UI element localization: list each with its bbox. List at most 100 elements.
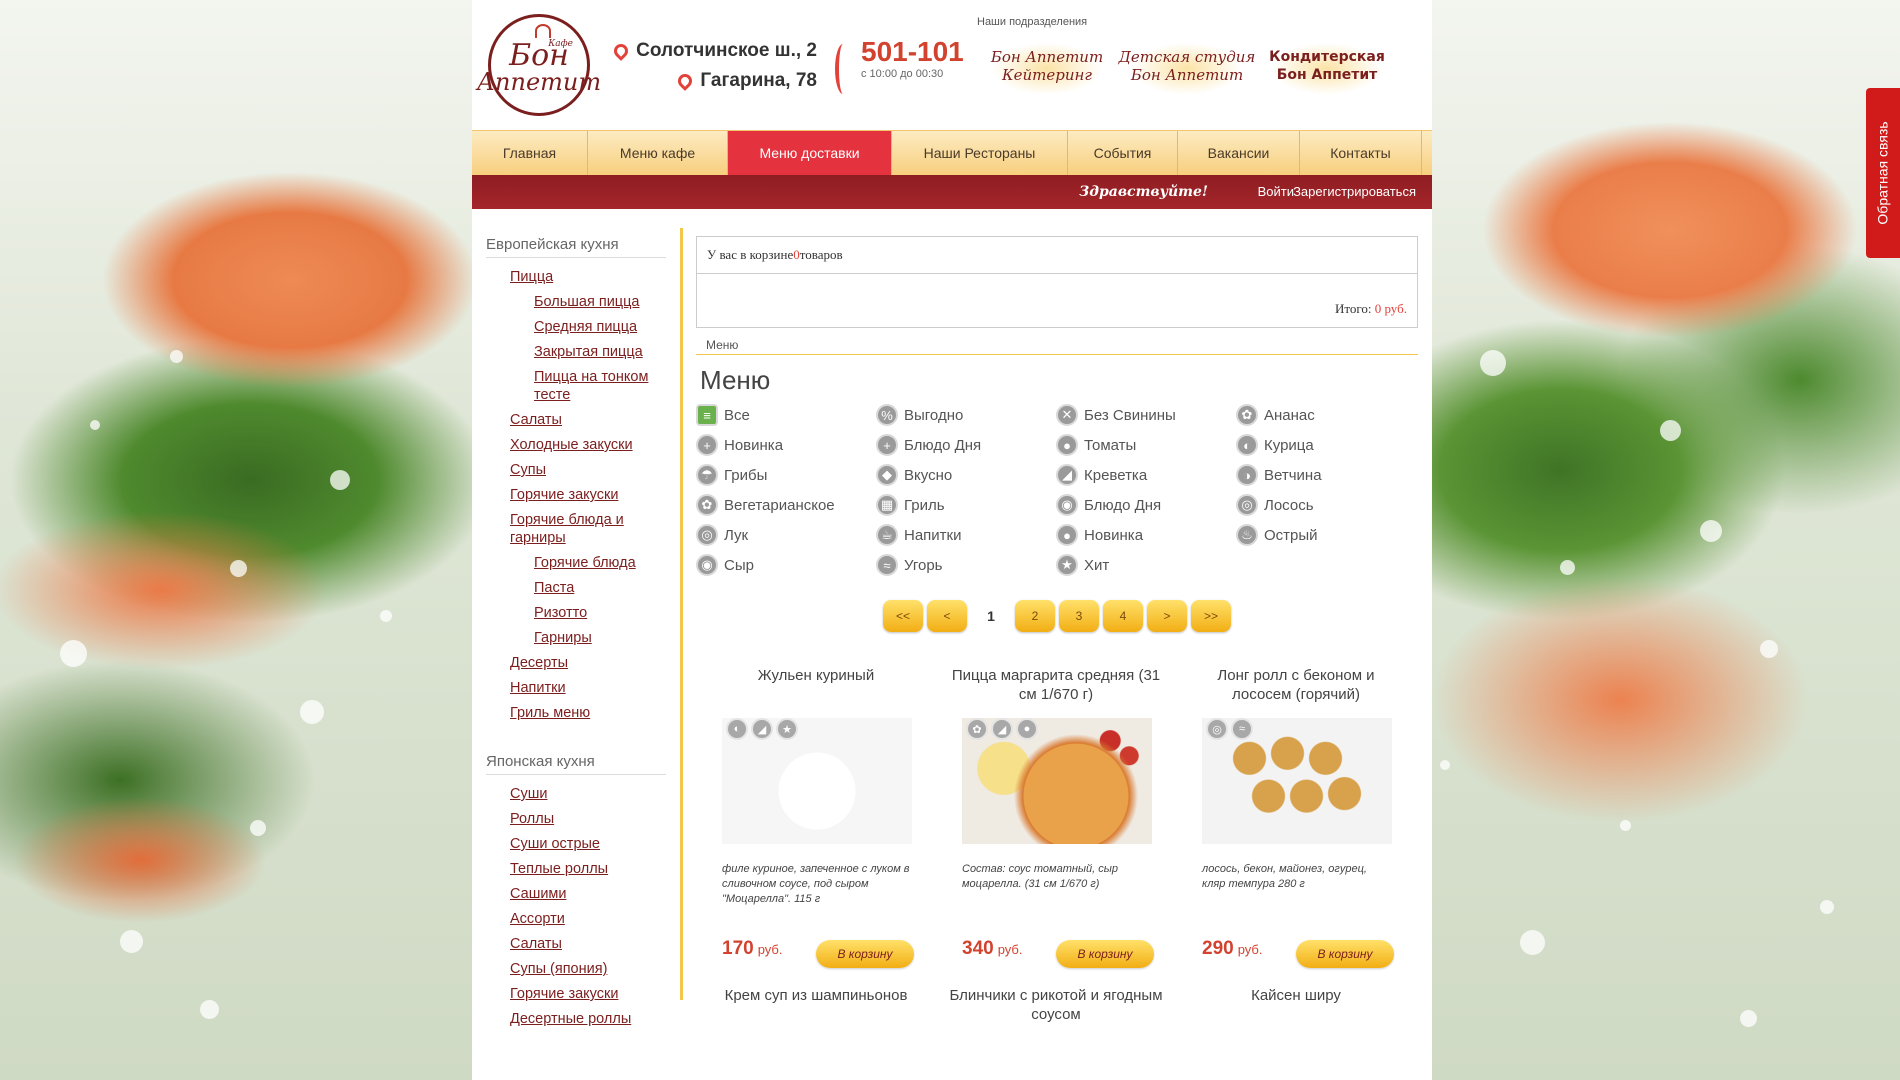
filter-label: Грибы: [724, 466, 768, 484]
filter-option[interactable]: ≈ Угорь: [876, 552, 1056, 578]
sidebar-link[interactable]: Ассорти: [486, 910, 666, 928]
register-link[interactable]: Зарегистрироваться: [1293, 184, 1416, 199]
sidebar-link[interactable]: Закрытая пицца: [486, 343, 666, 361]
sidebar-link[interactable]: Горячие закуски: [486, 486, 666, 504]
filter-option[interactable]: ◢ Креветка: [1056, 462, 1236, 488]
filter-option[interactable]: ◆ Вкусно: [876, 462, 1056, 488]
login-link[interactable]: Войти: [1258, 184, 1294, 199]
phone-number[interactable]: 501-101: [861, 36, 964, 68]
filter-label: Блюдо Дня: [1084, 496, 1162, 514]
filter-label: Угорь: [904, 556, 943, 574]
filter-icon: ✿: [1236, 404, 1258, 426]
filter-option[interactable]: ✕ Без Свинины: [1056, 402, 1236, 428]
sidebar-item: Паста: [486, 579, 666, 597]
filter-option[interactable]: ♨ Острый: [1236, 522, 1416, 548]
filter-option[interactable]: ◐ Курица: [1236, 432, 1416, 458]
sidebar-link[interactable]: Ризотто: [486, 604, 666, 622]
sidebar-link[interactable]: Десерты: [486, 654, 666, 672]
product-name[interactable]: Жульен куриный: [696, 666, 936, 706]
filter-icon: +: [696, 434, 718, 456]
nav-item-7[interactable]: Контакты: [1300, 131, 1422, 175]
filter-option[interactable]: ≡ Все: [696, 402, 876, 428]
sidebar-link[interactable]: Салаты: [486, 411, 666, 429]
sidebar-item: Суши острые: [486, 835, 666, 853]
sidebar-link[interactable]: Горячие закуски: [486, 985, 666, 1003]
sidebar-link[interactable]: Теплые роллы: [486, 860, 666, 878]
filter-icon: ≈: [876, 554, 898, 576]
sidebar-link[interactable]: Сашими: [486, 885, 666, 903]
sidebar-link[interactable]: Пицца: [486, 268, 666, 286]
sidebar-link[interactable]: Паста: [486, 579, 666, 597]
pager-last-button[interactable]: >>: [1191, 600, 1231, 632]
sidebar-link[interactable]: Роллы: [486, 810, 666, 828]
sidebar-link[interactable]: Гриль меню: [486, 704, 666, 722]
pager-page-button[interactable]: 2: [1015, 600, 1055, 632]
filter-label: Креветка: [1084, 466, 1148, 484]
filter-icon: ★: [1056, 554, 1078, 576]
nav-item-4[interactable]: Наши Рестораны: [892, 131, 1068, 175]
nav-item-3[interactable]: Меню доставки: [728, 131, 892, 175]
filter-option[interactable]: ◉ Блюдо Дня: [1056, 492, 1236, 518]
sidebar-link[interactable]: Горячие блюда: [486, 554, 666, 572]
nav-item-2[interactable]: Меню кафе: [588, 131, 728, 175]
pager-first-button[interactable]: <<: [883, 600, 923, 632]
sidebar-link[interactable]: Большая пицца: [486, 293, 666, 311]
add-to-cart-button[interactable]: В корзину: [1296, 940, 1394, 968]
sidebar-item: Супы: [486, 461, 666, 479]
add-to-cart-button[interactable]: В корзину: [816, 940, 914, 968]
sidebar-link[interactable]: Пицца на тонком тесте: [486, 368, 666, 404]
filter-label: Лосось: [1264, 496, 1314, 514]
product-badges: ◎ ≈: [1206, 718, 1256, 740]
cart-total-value: 0 руб.: [1374, 301, 1407, 316]
division-kids-studio-link[interactable]: Детская студия Бон Аппетит: [1117, 38, 1257, 94]
sidebar-link[interactable]: Десертные роллы: [486, 1010, 666, 1028]
product-name[interactable]: Лонг ролл с беконом и лососем (горячий): [1176, 666, 1416, 706]
add-to-cart-button[interactable]: В корзину: [1056, 940, 1154, 968]
filter-option[interactable]: ▦ Гриль: [876, 492, 1056, 518]
filter-option[interactable]: ☂ Грибы: [696, 462, 876, 488]
nav-item-5[interactable]: События: [1068, 131, 1178, 175]
filter-option[interactable]: ◎ Лук: [696, 522, 876, 548]
pager-next-button[interactable]: >: [1147, 600, 1187, 632]
sidebar-link[interactable]: Супы (япония): [486, 960, 666, 978]
filter-option[interactable]: + Новинка: [696, 432, 876, 458]
logo[interactable]: Кафе Бон Аппетит: [477, 14, 601, 116]
pager-prev-button[interactable]: <: [927, 600, 967, 632]
nav-item-1[interactable]: Главная: [472, 131, 588, 175]
breadcrumb-menu-link[interactable]: Меню: [706, 338, 738, 352]
division-catering-link[interactable]: Бон Аппетит Кейтеринг: [977, 38, 1117, 94]
sidebar-link[interactable]: Холодные закуски: [486, 436, 666, 454]
product-name[interactable]: Пицца маргарита средняя (31 см 1/670 г): [936, 666, 1176, 706]
filter-option[interactable]: ✿ Ананас: [1236, 402, 1416, 428]
sidebar-link[interactable]: Салаты: [486, 935, 666, 953]
sidebar-item: Пицца на тонком тесте: [486, 368, 666, 404]
feedback-tab[interactable]: Обратная связь: [1866, 88, 1900, 258]
sidebar-link[interactable]: Горячие блюда и гарниры: [486, 511, 666, 547]
filter-option[interactable]: ☕ Напитки: [876, 522, 1056, 548]
address-line: Гагарина, 78: [607, 66, 817, 96]
filter-option[interactable]: ◎ Лосось: [1236, 492, 1416, 518]
filter-option[interactable]: ◑ Ветчина: [1236, 462, 1416, 488]
filter-option[interactable]: ✿ Вегетарианское: [696, 492, 876, 518]
sidebar-link[interactable]: Средняя пицца: [486, 318, 666, 336]
filter-option[interactable]: ◉ Сыр: [696, 552, 876, 578]
sidebar-item: Теплые роллы: [486, 860, 666, 878]
product-name[interactable]: Блинчики с рикотой и ягодным соусом: [936, 986, 1176, 1024]
product-name[interactable]: Крем суп из шампиньонов: [696, 986, 936, 1005]
pager-page-button[interactable]: 3: [1059, 600, 1099, 632]
filter-option[interactable]: + Блюдо Дня: [876, 432, 1056, 458]
filter-option[interactable]: % Выгодно: [876, 402, 1056, 428]
filter-label: Гриль: [904, 496, 945, 514]
filter-option[interactable]: ● Томаты: [1056, 432, 1236, 458]
pager-page-button[interactable]: 4: [1103, 600, 1143, 632]
division-confectionery-link[interactable]: Кондитерская Бон Аппетит: [1257, 38, 1397, 94]
sidebar-link[interactable]: Суши: [486, 785, 666, 803]
nav-item-6[interactable]: Вакансии: [1178, 131, 1300, 175]
sidebar-link[interactable]: Супы: [486, 461, 666, 479]
sidebar-link[interactable]: Напитки: [486, 679, 666, 697]
filter-option[interactable]: ● Новинка: [1056, 522, 1236, 548]
sidebar-link[interactable]: Суши острые: [486, 835, 666, 853]
sidebar-link[interactable]: Гарниры: [486, 629, 666, 647]
product-name[interactable]: Кайсен ширу: [1176, 986, 1416, 1005]
filter-option[interactable]: ★ Хит: [1056, 552, 1236, 578]
